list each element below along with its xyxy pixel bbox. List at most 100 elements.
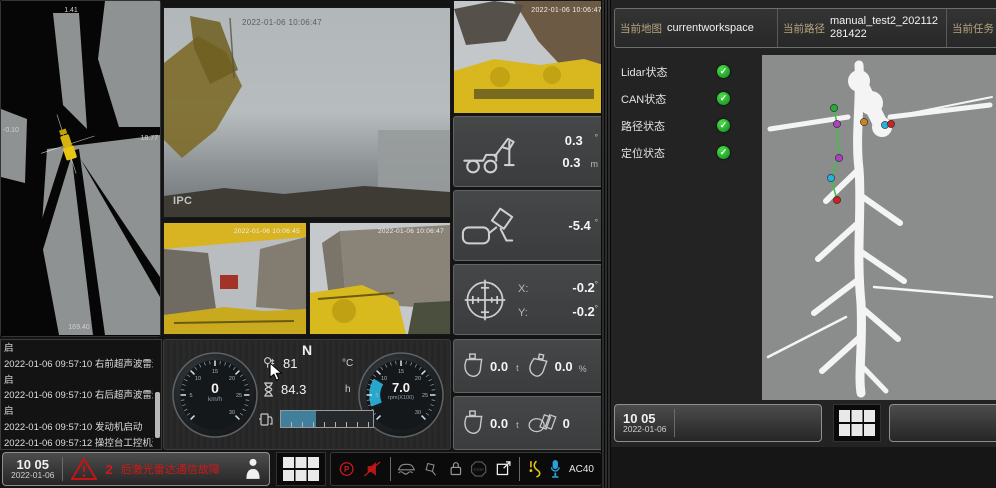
hour-meter-icon [262, 382, 275, 397]
warning-triangle-icon [71, 457, 97, 481]
alarm-message[interactable]: 后激光雷达通信故障 [121, 461, 237, 477]
log-line: 启 [4, 404, 153, 420]
waypoint-marker[interactable] [887, 120, 894, 127]
nav-clock-date: 2022-01-06 [623, 425, 666, 434]
waypoint-marker[interactable] [827, 174, 834, 181]
log-scrollbar-thumb[interactable] [155, 392, 160, 438]
panel-splitter[interactable] [601, 0, 611, 488]
status-ok-icon: ✓ [717, 65, 730, 78]
waypoint-marker[interactable] [833, 120, 840, 127]
status-ok-icon: ✓ [717, 92, 730, 105]
waypoint-marker[interactable] [860, 118, 867, 125]
navigation-panel: 当前地图 currentworkspace 当前路径 manual_test2_… [611, 0, 996, 488]
fuel-icon [259, 411, 274, 427]
machine-body [454, 59, 610, 113]
current-map-cell: 当前地图 currentworkspace [615, 9, 777, 47]
svg-text:15: 15 [398, 369, 404, 375]
nav-clock-bar: 10 05 2022-01-06 [614, 404, 822, 442]
camera-feed-rear-left[interactable]: 2022-01-06 10:06:45 [163, 222, 307, 335]
camera-rear-right-timestamp: 2022-01-06 10:06:47 [378, 228, 444, 235]
map-coord-left: -0.10 [3, 127, 19, 134]
nav-footer-base [611, 447, 996, 488]
svg-text:STOP: STOP [474, 467, 485, 472]
localization-status-label: 定位状态 [621, 145, 691, 161]
route-map-view[interactable] [762, 55, 996, 400]
driver-info-icon[interactable] [245, 458, 261, 480]
loader-boom-icon [460, 126, 518, 178]
bucket-angle-value: -5.4 [568, 218, 590, 233]
camera-main-timestamp: 2022-01-06 10:06:47 [242, 18, 322, 27]
seatbelt-warning-icon [527, 457, 543, 481]
traction-slip-icon [397, 458, 416, 480]
camera-feed-main[interactable]: 2022-01-06 10:06:47 IPC [163, 7, 451, 218]
coolant-temp-unit: °C [342, 358, 353, 369]
log-line: 启 [4, 341, 153, 357]
current-path-value: manual_test2_202112281422 [830, 15, 941, 40]
alarm-count: 2 [105, 462, 112, 477]
stop-indicator-icon: STOP [470, 458, 487, 480]
bucket-lock-indicator-icon [423, 458, 440, 480]
log-line: 2022-01-06 09:57:10 右前超声波雷达连接故障屏蔽开 [4, 357, 153, 373]
tilt-y-label: Y: [518, 307, 550, 319]
camera-main-label: IPC [173, 195, 192, 207]
boom-telemetry-box: 0.3 ° 0.3 m [453, 116, 611, 187]
camera-rear-left-image [164, 223, 306, 334]
indicator-icon-strip: P STOP [330, 452, 602, 486]
system-status-list: Lidar状态 ✓ CAN状态 ✓ 路径状态 ✓ 定位状态 ✓ [621, 58, 759, 166]
rpm-unit: rpm(X100) [357, 395, 445, 401]
hour-meter-value: 84.3 [281, 382, 306, 397]
intercom-mic-icon[interactable] [549, 457, 562, 481]
mission-header-bar: 当前地图 currentworkspace 当前路径 manual_test2_… [614, 8, 996, 48]
tilt-x-unit: ° [595, 280, 598, 289]
tilt-y-unit: ° [595, 304, 598, 313]
building-silhouette [164, 249, 216, 315]
camera-feed-front[interactable]: 2022-01-06 10:06:47 [453, 0, 611, 114]
status-row-localization: 定位状态 ✓ [621, 139, 759, 166]
log-line: 2022-01-06 09:57:12 操控台工控机通讯故障消失 [4, 436, 153, 452]
log-line: 2022-01-06 09:57:10 右后超声波雷达连接故障屏蔽开 [4, 388, 153, 404]
waypoint-marker[interactable] [835, 154, 842, 161]
camera-feed-rear-right[interactable]: 2022-01-06 10:06:47 [309, 222, 451, 335]
route-map-canvas [762, 55, 996, 400]
dashboard-panel: N 51015202530 0km/h 51015202530 7.0rpm(X… [163, 339, 451, 450]
camera-layout-button[interactable] [276, 452, 326, 486]
bush-silhouette [408, 301, 450, 334]
total-weight-unit: t [516, 420, 519, 430]
fuel-bar-ticks [281, 422, 373, 427]
waypoint-marker[interactable] [833, 196, 840, 203]
map-coord-top: 1.41 [64, 7, 78, 14]
camera-rear-right-image [310, 223, 450, 334]
parking-brake-icon: P [338, 458, 355, 480]
lidar-map-view[interactable]: 1.41 -0.10 18.77 169.40 [0, 0, 161, 337]
can-status-label: CAN状态 [621, 91, 691, 107]
clock-time: 10 05 [11, 458, 54, 472]
hour-meter-unit: h [345, 384, 351, 395]
boom-angle-value: 0.3 [565, 133, 583, 148]
current-task-cell: 当前任务 前往 [946, 9, 996, 47]
lidar-freespace-shape [1, 109, 27, 183]
boom-height-unit: m [591, 159, 599, 169]
event-log-panel[interactable]: 启 2022-01-06 09:57:10 右前超声波雷达连接故障屏蔽开 启 2… [0, 339, 162, 450]
waypoint-marker[interactable] [830, 104, 837, 111]
status-row-can: CAN状态 ✓ [621, 85, 759, 112]
svg-text:P: P [344, 465, 349, 474]
payload-weight-value: 0.0 [490, 359, 508, 374]
bucket-count-icon [527, 411, 557, 435]
external-link-icon[interactable] [495, 458, 512, 480]
map-coord-right: 18.77 [140, 135, 158, 142]
map-coord-bottom: 169.40 [68, 324, 90, 331]
horn-mute-icon [362, 458, 382, 480]
rpm-value: 7.0 [357, 381, 445, 395]
fuel-level-bar [280, 410, 374, 428]
speed-value: 0 [171, 381, 259, 396]
path-status-label: 路径状态 [621, 118, 691, 134]
building-silhouette [256, 237, 306, 311]
camera-rear-left-timestamp: 2022-01-06 10:06:45 [234, 228, 300, 235]
grid-icon [282, 456, 320, 482]
current-task-label: 当前任务 [952, 21, 994, 36]
operator-console: 1.41 -0.10 18.77 169.40 2022-01-06 10:06… [0, 0, 996, 488]
map-layout-button[interactable] [833, 404, 881, 442]
boom-height-value: 0.3 [562, 155, 580, 170]
lidar-status-label: Lidar状态 [621, 64, 691, 80]
nav-footer-spare-box[interactable] [889, 404, 996, 442]
